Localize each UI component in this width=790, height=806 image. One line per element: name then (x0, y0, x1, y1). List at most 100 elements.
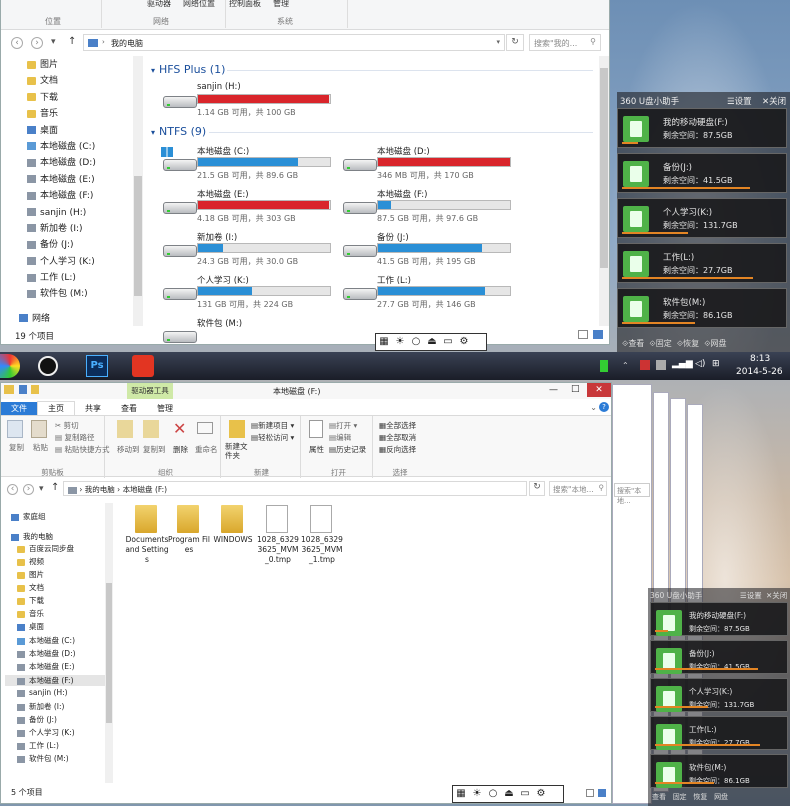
tree-item[interactable]: 工作 (L:) (17, 740, 59, 751)
clock-date[interactable]: 2014-5-26 (736, 367, 783, 377)
drive-tile[interactable]: 工作 (L:) 27.7 GB 可用，共 146 GB (341, 274, 516, 314)
usb-drive-card[interactable]: 软件包(M:) 剩余空间：86.1GB (650, 754, 788, 788)
drive-tile[interactable]: 本地磁盘 (E:) 4.18 GB 可用，共 303 GB (161, 188, 336, 228)
gear-icon[interactable]: ⚙ (533, 786, 549, 802)
photoshop-app-icon[interactable]: Ps (86, 355, 108, 377)
file-item[interactable]: 1028_63293625_MVM_1.tmp (300, 503, 344, 569)
easy-access-button[interactable]: ▤轻松访问 ▾ (251, 432, 294, 443)
content-scrollbar[interactable] (599, 56, 609, 326)
copy-path-button[interactable]: ▤ 复制路径 (55, 432, 94, 443)
drive-tile[interactable]: 新加卷 (I:) 24.3 GB 可用，共 30.0 GB (161, 231, 336, 271)
tree-item[interactable]: 本地磁盘 (E:) (17, 661, 75, 672)
address-dropdown-icon[interactable]: ▾ (496, 38, 500, 46)
tree-item[interactable]: 个人学习 (K:) (17, 727, 75, 738)
edit-button[interactable]: ▤编辑 (329, 432, 351, 443)
forward-button[interactable]: › (31, 37, 43, 49)
drive-tile[interactable]: 个人学习 (K:) 131 GB 可用，共 224 GB (161, 274, 336, 314)
usb-drive-card[interactable]: 工作(L:) 剩余空间：27.7GB (617, 243, 787, 283)
cut-button[interactable]: ✂ 剪切 (55, 420, 79, 431)
tree-item[interactable]: 新加卷 (I:) (27, 221, 131, 237)
brightness-icon[interactable]: ☀ (392, 334, 408, 350)
tree-item[interactable]: 本地磁盘 (C:) (27, 139, 131, 155)
usb-settings-button[interactable]: ☰设置 (740, 590, 762, 601)
file-item[interactable]: Documents and Settings (125, 503, 169, 569)
rename-icon[interactable] (197, 422, 213, 434)
gear-icon[interactable]: ⚙ (456, 334, 472, 350)
tree-item[interactable]: 桌面 (27, 123, 131, 139)
tree-item[interactable]: 音乐 (27, 106, 131, 122)
tree-item[interactable]: 文档 (27, 73, 131, 89)
select-none-button[interactable]: ▦全部取消 (379, 432, 416, 443)
tree-item[interactable]: sanjin (H:) (17, 688, 68, 697)
usb-drive-card[interactable]: 个人学习(K:) 剩余空间：131.7GB (650, 678, 788, 712)
ribbon-collapse-icon[interactable]: ⌄ (590, 403, 597, 412)
open-button[interactable]: ▤打开 ▾ (329, 420, 357, 431)
security-tray-icon[interactable] (640, 360, 650, 370)
circle-icon[interactable]: ○ (408, 334, 424, 350)
back-button[interactable]: ‹ (7, 484, 18, 495)
file-item[interactable]: WINDOWS (211, 503, 255, 569)
usb-drive-card[interactable]: 个人学习(K:) 剩余空间：131.7GB (617, 198, 787, 238)
back-button[interactable]: ‹ (11, 37, 23, 49)
grid-icon[interactable]: ▦ (376, 334, 392, 350)
tree-item[interactable]: 新加卷 (I:) (17, 701, 64, 712)
tree-item[interactable]: 备份 (J:) (17, 714, 57, 725)
breadcrumb-drive[interactable]: 本地磁盘 (F:) (123, 485, 168, 494)
pin-button[interactable]: 固定 (673, 793, 687, 801)
usb-drive-card[interactable]: 我的移动硬盘(F:) 剩余空间：87.5GB (617, 108, 787, 148)
search-input[interactable]: 搜索"本地... ⚲ (549, 481, 607, 496)
tree-item[interactable]: 文档 (17, 582, 44, 593)
properties-button[interactable]: 属性 (309, 444, 324, 455)
tree-item[interactable]: 图片 (27, 57, 131, 73)
refresh-button[interactable]: ↻ (529, 481, 545, 496)
clock-time[interactable]: 8:13 (750, 354, 770, 364)
circle-icon[interactable]: ○ (485, 786, 501, 802)
ribbon-item-drive[interactable]: 驱动器 (147, 0, 171, 9)
tree-item[interactable]: 工作 (L:) (27, 270, 131, 286)
tree-scrollbar[interactable] (133, 56, 143, 326)
up-button[interactable]: ↑ (68, 36, 76, 47)
usb-drive-card[interactable]: 软件包(M:) 剩余空间：86.1GB (617, 288, 787, 328)
tab-view[interactable]: 查看 (111, 402, 147, 416)
ime-icon[interactable]: ⊞ (712, 359, 720, 369)
usb-drive-card[interactable]: 我的移动硬盘(F:) 剩余空间：87.5GB (650, 602, 788, 636)
battery-icon[interactable] (600, 360, 608, 372)
tree-item[interactable]: 本地磁盘 (C:) (17, 635, 75, 646)
tree-item[interactable]: 个人学习 (K:) (27, 254, 131, 270)
invert-selection-button[interactable]: ▦反向选择 (379, 444, 416, 455)
ribbon-item-manage[interactable]: 管理 (273, 0, 289, 9)
cloud-button[interactable]: 网盘 (714, 793, 728, 801)
paste-button[interactable]: 粘贴 (33, 442, 48, 453)
eject-icon[interactable]: ⏏ (424, 334, 440, 350)
close-button[interactable]: ✕ (587, 383, 611, 397)
context-tab-drive-tools[interactable]: 驱动器工具 (127, 383, 173, 399)
details-view-icon[interactable] (578, 330, 588, 339)
file-item[interactable]: 1028_63293625_MVM_0.tmp (256, 503, 300, 569)
breadcrumb-computer[interactable]: 我的电脑 (85, 485, 115, 494)
brightness-icon[interactable]: ☀ (469, 786, 485, 802)
file-item[interactable]: Program Files (167, 503, 211, 569)
eject-icon[interactable]: ⏏ (501, 786, 517, 802)
properties-icon[interactable] (19, 385, 27, 394)
qq-app-icon[interactable] (38, 356, 58, 376)
tab-manage[interactable]: 管理 (147, 402, 183, 416)
restore-button[interactable]: ⟐恢复 (677, 339, 699, 348)
cloud-button[interactable]: ⟐网盘 (704, 339, 726, 348)
address-bar[interactable]: › 我的电脑 › 本地磁盘 (F:) (63, 481, 527, 496)
help-icon[interactable]: ? (599, 402, 609, 412)
group-header-ntfs[interactable]: ▾ NTFS (9) (151, 125, 206, 138)
recent-dropdown-icon[interactable]: ▾ (51, 37, 56, 47)
tree-item[interactable]: 本地磁盘 (F:) (27, 188, 131, 204)
chrome-app-icon[interactable] (0, 354, 20, 378)
restore-button[interactable]: 恢复 (693, 793, 707, 801)
view-button[interactable]: 查看 (652, 793, 666, 801)
new-item-button[interactable]: ▤新建项目 ▾ (251, 420, 294, 431)
drive-tile[interactable]: 本地磁盘 (C:) 21.5 GB 可用，共 89.6 GB (161, 145, 336, 185)
copy-button[interactable]: 复制 (9, 442, 24, 453)
move-to-button[interactable]: 移动到 (117, 444, 140, 455)
tray-chevron-icon[interactable]: ⌃ (622, 361, 629, 370)
tree-item[interactable]: 图片 (17, 569, 44, 580)
tree-item[interactable]: 本地磁盘 (D:) (17, 648, 76, 659)
signal-icon[interactable]: ▂▄▆ (672, 359, 693, 369)
tiles-view-icon[interactable] (593, 330, 603, 339)
